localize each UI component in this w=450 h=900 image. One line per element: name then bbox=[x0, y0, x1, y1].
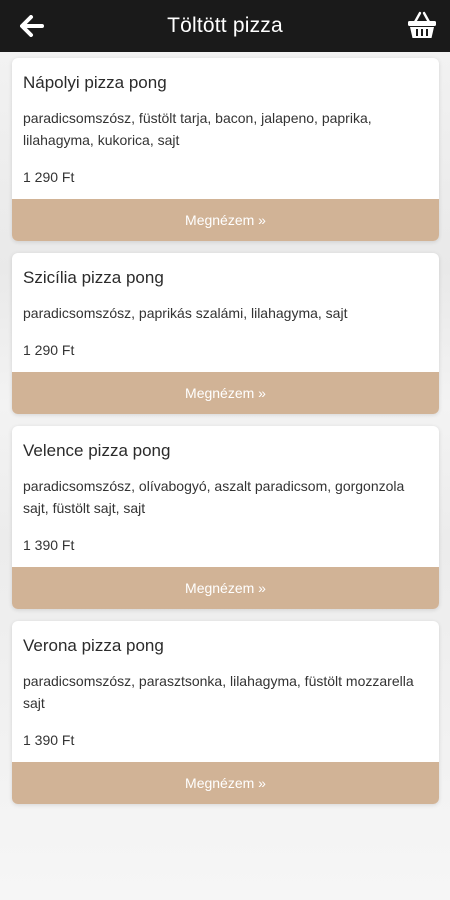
product-price: 1 390 Ft bbox=[23, 732, 75, 748]
back-arrow-icon bbox=[20, 15, 44, 37]
top-app-bar: Töltött pizza bbox=[0, 0, 450, 52]
basket-icon bbox=[408, 11, 436, 38]
product-name: Verona pizza pong bbox=[23, 636, 164, 655]
product-card: Velence pizza pong paradicsomszósz, olív… bbox=[12, 426, 439, 609]
product-name: Velence pizza pong bbox=[23, 441, 171, 460]
product-name: Nápolyi pizza pong bbox=[23, 73, 167, 92]
view-product-button[interactable]: Megnézem » bbox=[12, 199, 439, 241]
product-price: 1 290 Ft bbox=[23, 169, 75, 185]
product-name: Szicília pizza pong bbox=[23, 268, 164, 287]
view-product-button[interactable]: Megnézem » bbox=[12, 567, 439, 609]
page-title: Töltött pizza bbox=[167, 14, 283, 37]
product-card: Nápolyi pizza pong paradicsomszósz, füst… bbox=[12, 58, 439, 241]
product-card: Szicília pizza pong paradicsomszósz, pap… bbox=[12, 253, 439, 414]
product-description: paradicsomszósz, paprikás szalámi, lilah… bbox=[23, 305, 348, 321]
product-description: paradicsomszósz, parasztsonka, lilahagym… bbox=[23, 673, 414, 711]
back-button[interactable] bbox=[14, 11, 50, 41]
product-list: Nápolyi pizza pong paradicsomszósz, füst… bbox=[12, 58, 439, 816]
view-product-button[interactable]: Megnézem » bbox=[12, 762, 439, 804]
product-description: paradicsomszósz, füstölt tarja, bacon, j… bbox=[23, 110, 372, 148]
cart-button[interactable] bbox=[404, 7, 440, 43]
product-price: 1 290 Ft bbox=[23, 342, 75, 358]
product-card: Verona pizza pong paradicsomszósz, paras… bbox=[12, 621, 439, 804]
product-price: 1 390 Ft bbox=[23, 537, 75, 553]
view-product-button[interactable]: Megnézem » bbox=[12, 372, 439, 414]
product-description: paradicsomszósz, olívabogyó, aszalt para… bbox=[23, 478, 405, 516]
